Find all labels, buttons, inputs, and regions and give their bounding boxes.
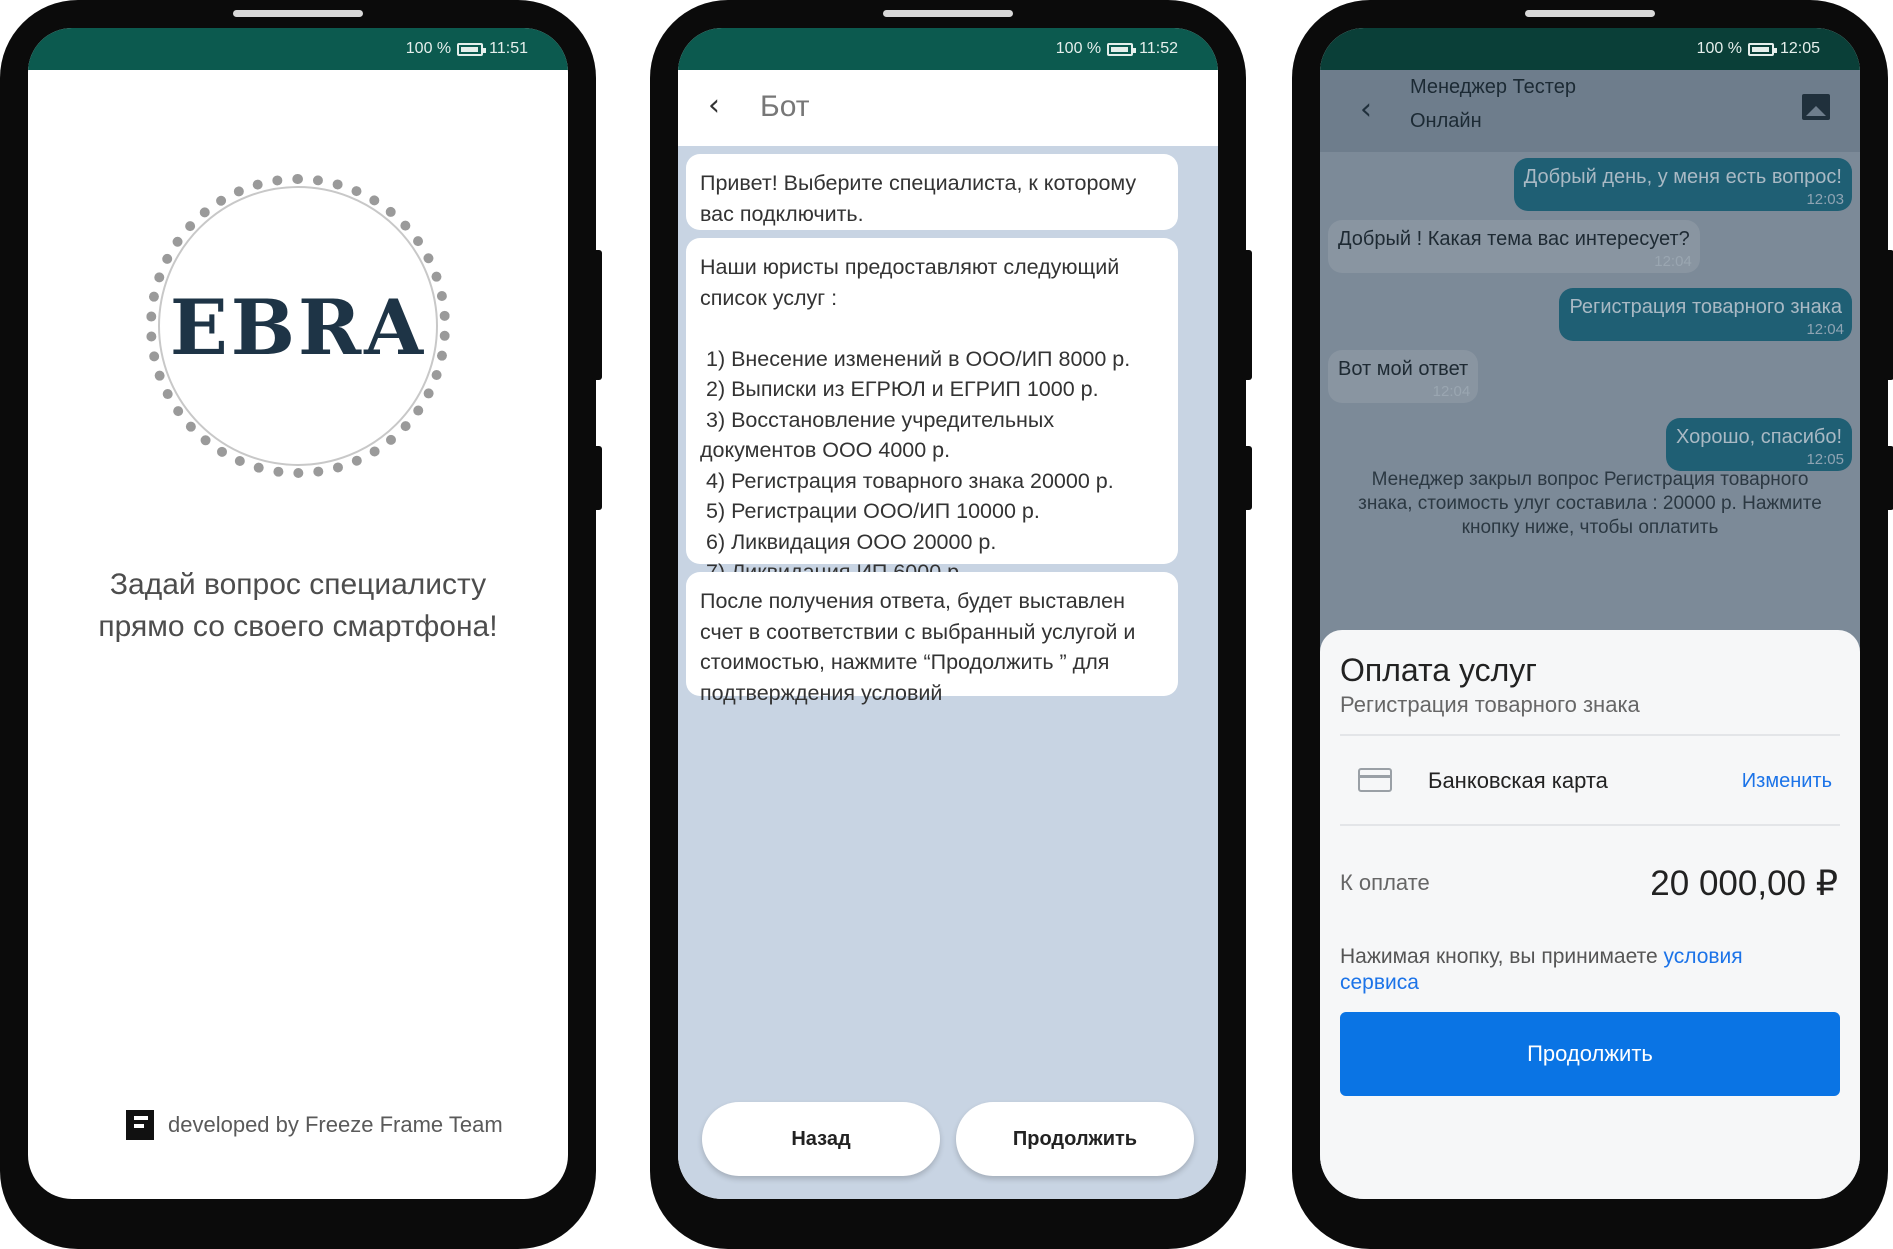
payment-method: Банковская карта (1428, 768, 1608, 793)
tagline: Задай вопрос специалисту прямо со своего… (98, 568, 498, 643)
bot-message: Привет! Выберите специалиста, к которому… (686, 154, 1178, 230)
bot-message: После получения ответа, будет выставлен … (686, 572, 1178, 705)
battery-percent: 100 % (405, 40, 452, 57)
outgoing-message: Добрый день, у меня есть вопрос! 12:03 (1513, 158, 1852, 211)
volume-button (1884, 250, 1893, 380)
volume-button (1242, 250, 1252, 380)
divider (1340, 824, 1840, 826)
message-time: 12:04 (1806, 321, 1844, 338)
chevron-left-icon[interactable]: ‹ (1360, 92, 1372, 127)
battery-percent: 100 % (1696, 40, 1742, 57)
battery-percent: 100 % (1055, 40, 1102, 57)
app-logo: EBRA (169, 283, 427, 372)
bot-message: Наши юристы предоставляют следующий спис… (686, 238, 1178, 584)
battery-icon (1107, 42, 1137, 56)
message-text: Добрый день, у меня есть вопрос! (1523, 166, 1842, 188)
message-time: 12:05 (1806, 451, 1844, 468)
developer-credit: developed by Freeze Frame Team (126, 1110, 503, 1140)
clock: 11:52 (1139, 40, 1178, 57)
contact-name: Менеджер Тестер (1410, 76, 1576, 98)
payment-title: Оплата услуг (1340, 652, 1537, 688)
bot-chat-area: Привет! Выберите специалиста, к которому… (678, 146, 1218, 1199)
chat-header: ‹ Менеджер Тестер Онлайн (1320, 70, 1860, 152)
message-time: 12:04 (1432, 383, 1471, 400)
message-text: Регистрация товарного знака (1569, 296, 1842, 318)
total-label: К оплате (1340, 870, 1430, 895)
phone-splash: 100 % 11:51 EBRA Задай вопрос специалист… (0, 0, 602, 1249)
terms-prefix: Нажимая кнопку, вы принимаете (1340, 945, 1664, 968)
change-method-link[interactable]: Изменить (1742, 770, 1832, 793)
message-text: Вот мой ответ (1338, 358, 1469, 380)
speaker (883, 10, 1013, 17)
message-time: 12:03 (1806, 191, 1844, 208)
volume-button (592, 250, 602, 380)
battery-icon (1747, 42, 1777, 56)
status-bar: 100 % 11:51 (28, 28, 568, 70)
status-bar: 100 % 11:52 (678, 28, 1218, 70)
system-message: Менеджер закрыл вопрос Регистрация товар… (1358, 469, 1822, 538)
phone-chat-payment: 100 % 12:05 ‹ Менеджер Тестер Онлайн Доб… (1292, 0, 1893, 1249)
power-button (1242, 446, 1252, 510)
continue-button[interactable]: Продолжить (956, 1102, 1194, 1176)
divider (1340, 734, 1840, 736)
message-time: 12:04 (1654, 253, 1692, 270)
payment-sheet: Оплата услуг Регистрация товарного знака… (1320, 630, 1860, 1199)
page-title: Бот (760, 90, 810, 123)
terms-text: Нажимая кнопку, вы принимаете условия се… (1340, 944, 1760, 996)
status-bar: 100 % 12:05 (1320, 28, 1860, 70)
pay-continue-button[interactable]: Продолжить (1340, 1012, 1840, 1096)
phone-bot: 100 % 11:52 ‹ Бот Привет! Выберите специ… (650, 0, 1252, 1249)
payment-subtitle: Регистрация товарного знака (1340, 692, 1640, 717)
credit-card-icon (1358, 768, 1392, 792)
clock: 11:51 (489, 40, 528, 57)
back-button[interactable]: Назад (702, 1102, 940, 1176)
speaker (1525, 10, 1655, 17)
outgoing-message: Регистрация товарного знака 12:04 (1559, 288, 1852, 341)
speaker (233, 10, 363, 17)
freeze-frame-logo-icon (126, 1110, 154, 1140)
image-icon[interactable] (1802, 94, 1830, 120)
clock: 12:05 (1779, 40, 1820, 57)
developer-credit-text: developed by Freeze Frame Team (168, 1112, 503, 1137)
battery-icon (457, 42, 487, 56)
bot-header: ‹ Бот (678, 70, 1218, 146)
bot-screen: 100 % 11:52 ‹ Бот Привет! Выберите специ… (678, 28, 1218, 1199)
chat-screen: 100 % 12:05 ‹ Менеджер Тестер Онлайн Доб… (1320, 28, 1860, 1199)
incoming-message: Вот мой ответ 12:04 (1328, 350, 1479, 403)
power-button (1884, 446, 1893, 510)
incoming-message: Добрый ! Какая тема вас интересует? 12:0… (1328, 220, 1700, 273)
power-button (592, 446, 602, 510)
message-text: Добрый ! Какая тема вас интересует? (1338, 228, 1690, 250)
total-amount: 20 000,00 ₽ (1650, 864, 1838, 903)
chevron-left-icon[interactable]: ‹ (708, 88, 720, 123)
outgoing-message: Хорошо, спасибо! 12:05 (1665, 418, 1852, 471)
splash-screen: 100 % 11:51 EBRA Задай вопрос специалист… (28, 28, 568, 1199)
contact-status: Онлайн (1410, 110, 1482, 132)
message-text: Хорошо, спасибо! (1675, 426, 1842, 448)
